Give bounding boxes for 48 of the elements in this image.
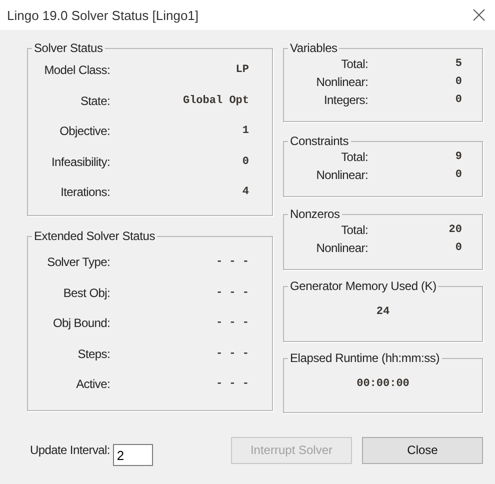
close-button[interactable]: Close bbox=[362, 436, 483, 464]
field-value: 4 bbox=[241, 186, 249, 198]
group-title: Nonzeros bbox=[289, 207, 341, 221]
field-value: - - - bbox=[214, 317, 249, 330]
interval-field[interactable]: 2 bbox=[112, 444, 153, 466]
group-title: Extended Solver Status bbox=[33, 229, 156, 243]
field-label: Nonlinear: bbox=[315, 168, 368, 182]
field-label: Nonlinear: bbox=[315, 75, 368, 89]
field-value: 0 bbox=[454, 94, 462, 106]
field-value: 0 bbox=[241, 156, 249, 168]
field-label: Iterations: bbox=[60, 185, 110, 200]
close-icon[interactable] bbox=[473, 9, 485, 21]
field-label: Obj Bound: bbox=[52, 316, 110, 330]
field-label: State: bbox=[79, 94, 110, 108]
field-label: Objective: bbox=[58, 124, 110, 138]
group-title: Constraints bbox=[289, 134, 350, 148]
field-value: - - - bbox=[214, 256, 249, 268]
field-value: - - - bbox=[214, 348, 249, 360]
field-label: Total: bbox=[340, 223, 368, 237]
field-value: 5 bbox=[454, 58, 462, 70]
field-label: Nonlinear: bbox=[315, 241, 368, 255]
field-value: 0 bbox=[454, 76, 462, 88]
field-value: Global Opt bbox=[182, 94, 249, 107]
field-label: Best Obj: bbox=[62, 286, 110, 300]
field-value: 24 bbox=[375, 306, 391, 318]
window-title: Lingo 19.0 Solver Status [Lingo1] bbox=[7, 8, 199, 22]
field-label: Total: bbox=[340, 57, 368, 71]
field-value: 1 bbox=[241, 125, 249, 138]
field-label: Solver Type: bbox=[46, 255, 110, 270]
field-value: 9 bbox=[454, 151, 462, 163]
group-title: Variables bbox=[289, 41, 338, 55]
field-label: Steps: bbox=[76, 346, 110, 361]
field-label: Active: bbox=[75, 377, 110, 392]
field-label: Model Class: bbox=[43, 63, 110, 78]
field-value: 20 bbox=[448, 224, 462, 236]
field-label: Update Interval: bbox=[30, 443, 110, 457]
field-label: Integers: bbox=[323, 93, 368, 107]
group-title: Solver Status bbox=[33, 41, 104, 55]
field-label: Total: bbox=[340, 150, 368, 164]
field-value: LP bbox=[234, 64, 249, 76]
field-value: 0 bbox=[454, 169, 462, 181]
field-label: Infeasibility: bbox=[50, 154, 110, 169]
field-value: 0 bbox=[454, 242, 462, 254]
field-value: - - - bbox=[214, 286, 249, 299]
group-title: Generator Memory Used (K) bbox=[289, 279, 438, 293]
field-value: - - - bbox=[214, 378, 249, 390]
group-title: Elapsed Runtime (hh:mm:ss) bbox=[289, 351, 441, 365]
field-value: 00:00:00 bbox=[356, 378, 410, 390]
